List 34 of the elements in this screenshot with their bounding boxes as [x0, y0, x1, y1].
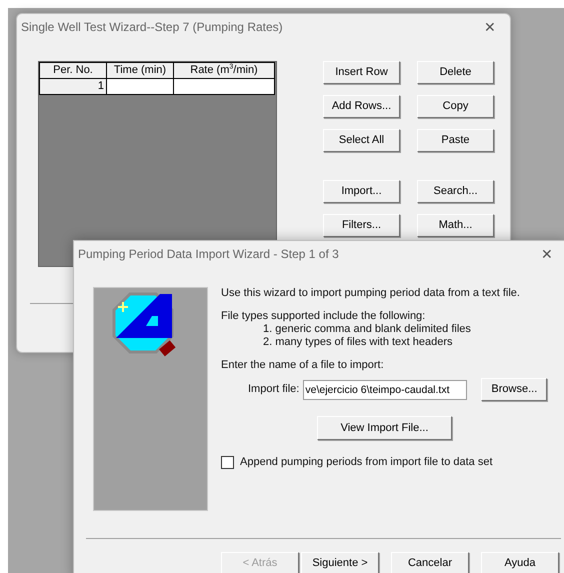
nav-button[interactable]: Ayuda — [481, 552, 559, 573]
action-button[interactable]: Select All — [323, 129, 400, 152]
window-title: Pumping Period Data Import Wizard - Step 1 of 3 — [78, 247, 339, 261]
action-button[interactable]: Filters... — [323, 214, 400, 237]
import-file-label: Import file: — [248, 383, 300, 396]
close-button[interactable]: ✕ — [527, 246, 564, 262]
row-header: 1 — [40, 78, 106, 94]
browse-button[interactable]: Browse... — [481, 378, 548, 401]
view-import-file-button[interactable]: View Import File... — [317, 416, 452, 440]
action-button[interactable]: Math... — [417, 214, 494, 237]
close-button[interactable]: ✕ — [470, 19, 510, 35]
action-button[interactable]: Copy — [417, 95, 494, 118]
file-type-item: 1. generic comma and blank delimited files — [262, 323, 472, 336]
types-heading: File types supported include the following: — [221, 310, 426, 323]
action-button[interactable]: Search... — [417, 180, 494, 203]
table-cell[interactable] — [174, 78, 274, 94]
action-button[interactable]: Paste — [417, 129, 494, 152]
append-label: Append pumping periods from import file to data set — [240, 456, 493, 469]
action-button[interactable]: Insert Row — [323, 61, 400, 84]
window-title: Single Well Test Wizard--Step 7 (Pumping Rates) — [21, 20, 283, 34]
nav-button[interactable]: Cancelar — [391, 552, 469, 573]
column-header: Per. No. — [40, 62, 106, 78]
nav-button[interactable]: Siguiente > — [301, 552, 379, 573]
file-prompt: Enter the name of a file to import: — [221, 359, 385, 372]
append-checkbox[interactable] — [221, 456, 234, 469]
action-button[interactable]: Delete — [417, 61, 494, 84]
file-type-item: 2. many types of files with text headers — [262, 336, 454, 349]
action-button[interactable]: Import... — [323, 180, 400, 203]
column-header: Time (min) — [106, 62, 174, 78]
column-header: Rate (m$^{3}$/min) — [174, 62, 274, 78]
import-file-field[interactable]: ve\ejercicio 6\teimpo-caudal.txt — [303, 380, 468, 400]
table-cell[interactable] — [106, 78, 174, 94]
intro-text: Use this wizard to import pumping period data from a text file. — [221, 287, 521, 300]
action-button[interactable]: Add Rows... — [323, 95, 400, 118]
